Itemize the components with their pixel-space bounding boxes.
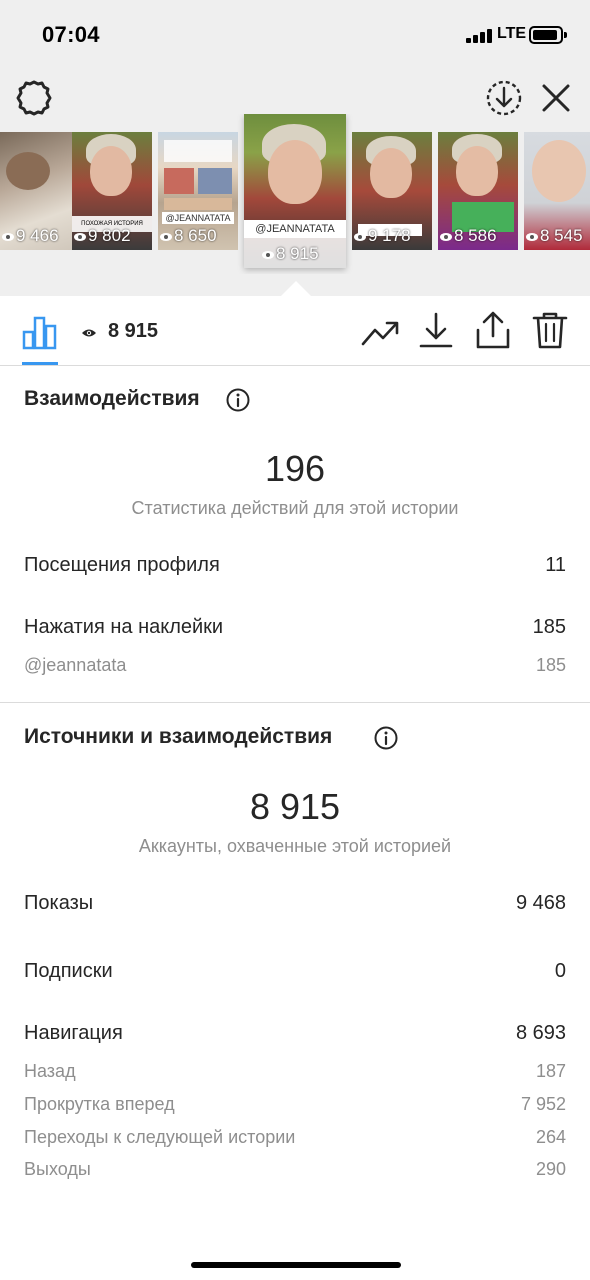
thumbnail-views: 8 650 — [160, 226, 217, 246]
settings-icon[interactable] — [14, 78, 54, 118]
story-thumbnail[interactable]: 9 178 — [352, 132, 432, 250]
story-thumbnails: 9 466 ПОХОЖАЯ ИСТОРИЯ 9 802 @JEANNATATA … — [0, 114, 590, 274]
story-thumbnail[interactable]: 9 466 — [0, 132, 80, 250]
row-value: 290 — [535, 1159, 566, 1179]
row-value: 264 — [535, 1127, 566, 1147]
status-bar: 07:04 LTE — [0, 0, 590, 70]
story-thumbnail-selected[interactable]: @JEANNATATA 8 915 — [244, 114, 346, 268]
row-label: Прокрутка вперед — [24, 1094, 175, 1114]
delete-icon[interactable] — [531, 310, 569, 350]
interactions-total: 196 — [264, 448, 326, 489]
thumbnail-views: 8 586 — [440, 226, 497, 246]
battery-icon — [529, 26, 567, 44]
thumbnail-caption: @JEANNATATA — [162, 212, 234, 224]
row-value: 8 693 — [515, 1022, 566, 1044]
thumbnail-views: 9 178 — [354, 226, 411, 246]
discovery-title: Источники и взаимодействия — [24, 725, 333, 748]
info-icon[interactable] — [226, 388, 250, 412]
thumbnail-views: 8 545 — [526, 226, 583, 246]
thumbnail-caption: @JEANNATATA — [244, 220, 346, 238]
insights-toolbar: 8 915 — [0, 296, 590, 366]
row-label: Показы — [24, 892, 94, 914]
thumbnail-views: 8 915 — [262, 244, 319, 264]
row-value: 0 — [554, 960, 566, 982]
row-value: 187 — [535, 1061, 566, 1081]
row-value: 7 952 — [520, 1094, 566, 1114]
reach-caption: Аккаунты, охваченные этой историей — [138, 836, 452, 856]
row-label: Переходы к следующей истории — [24, 1127, 296, 1147]
reach-total: 8 915 — [249, 786, 341, 827]
active-tab-indicator — [22, 362, 58, 365]
row-value: 9 468 — [515, 892, 566, 914]
promote-trend-icon[interactable] — [360, 314, 400, 350]
row-value: 11 — [545, 554, 566, 576]
row-label: Назад — [24, 1061, 76, 1081]
section-divider — [0, 702, 590, 703]
insights-tab-icon[interactable] — [20, 312, 60, 352]
story-thumbnail[interactable]: @JEANNATATA 8 650 — [158, 132, 238, 250]
interactions-caption: Статистика действий для этой истории — [131, 498, 459, 518]
story-thumbnail[interactable]: ПОХОЖАЯ ИСТОРИЯ 9 802 — [72, 132, 152, 250]
story-thumbnail[interactable]: 8 545 — [524, 132, 590, 250]
save-story-icon[interactable] — [484, 78, 524, 118]
story-thumbnail[interactable]: 8 586 — [438, 132, 518, 250]
eye-icon — [82, 329, 96, 337]
thumbnail-views: 9 802 — [74, 226, 131, 246]
close-icon[interactable] — [538, 80, 574, 116]
network-type: LTE — [497, 25, 527, 42]
home-indicator[interactable] — [191, 1262, 401, 1268]
share-icon[interactable] — [474, 310, 512, 350]
thumbnail-views: 9 466 — [2, 226, 59, 246]
signal-icon — [466, 29, 494, 43]
row-label: Подписки — [24, 960, 113, 982]
row-label: @jeannatata — [24, 655, 127, 675]
views-count: 8 915 — [108, 320, 159, 342]
download-icon[interactable] — [418, 310, 454, 350]
story-preview-area: 07:04 LTE 9 466 ПОХОЖАЯ ИСТОРИЯ 9 802 @J… — [0, 0, 590, 296]
interactions-title: Взаимодействия — [24, 387, 200, 410]
row-label: Нажатия на наклейки — [24, 616, 224, 638]
row-label: Выходы — [24, 1159, 91, 1179]
status-time: 07:04 — [42, 22, 100, 47]
row-label: Навигация — [24, 1022, 123, 1044]
row-label: Посещения профиля — [24, 554, 220, 576]
row-value: 185 — [532, 616, 566, 638]
info-icon[interactable] — [374, 726, 398, 750]
selected-pointer — [281, 281, 311, 296]
row-value: 185 — [535, 655, 566, 675]
